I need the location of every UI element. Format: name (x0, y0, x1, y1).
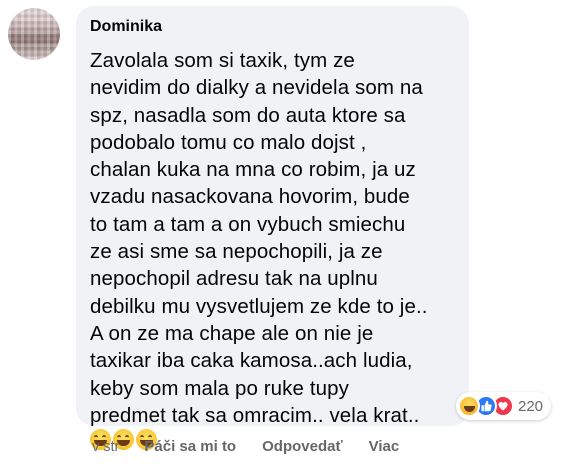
comment-timestamp[interactable]: v str (92, 439, 119, 455)
more-button[interactable]: Viac (369, 438, 400, 455)
reply-button[interactable]: Odpovedať (262, 438, 343, 455)
comment-text: Zavolala som si taxik, tym ze nevidim do… (90, 49, 428, 427)
comment-author[interactable]: Dominika (90, 16, 455, 38)
haha-reaction-icon (458, 395, 480, 417)
like-button[interactable]: Páči sa mi to (144, 438, 236, 455)
comment-bubble: Dominika Zavolala som si taxik, tym ze n… (76, 6, 469, 451)
reactions-summary[interactable]: 220 (456, 392, 552, 420)
avatar[interactable] (8, 8, 60, 60)
comment-actions: v str Páči sa mi to Odpovedať Viac (92, 438, 425, 455)
reaction-count: 220 (518, 397, 544, 415)
